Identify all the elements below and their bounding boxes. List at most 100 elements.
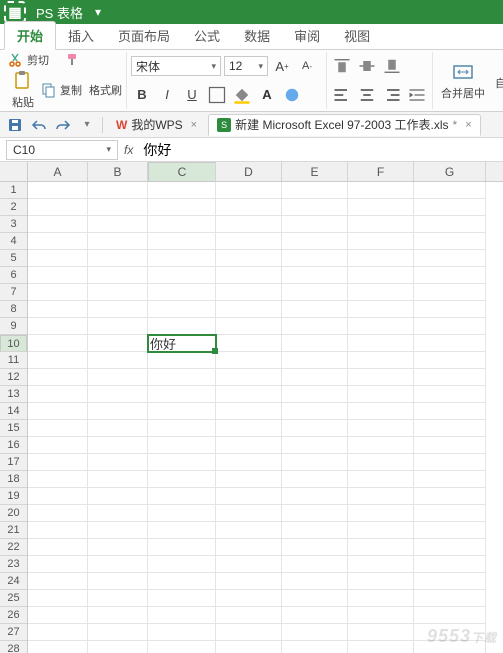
cell[interactable] xyxy=(88,522,148,539)
cell[interactable] xyxy=(148,199,216,216)
cell[interactable] xyxy=(348,301,414,318)
cell[interactable] xyxy=(414,199,486,216)
row-header[interactable]: 14 xyxy=(0,403,27,420)
cell[interactable] xyxy=(414,369,486,386)
cell[interactable] xyxy=(28,352,88,369)
cell[interactable] xyxy=(148,607,216,624)
cell[interactable] xyxy=(348,182,414,199)
app-icon[interactable]: ▦ xyxy=(4,1,26,23)
cell[interactable] xyxy=(148,182,216,199)
cell[interactable] xyxy=(148,437,216,454)
cell[interactable] xyxy=(282,352,348,369)
cell[interactable] xyxy=(148,624,216,641)
row-header[interactable]: 7 xyxy=(0,284,27,301)
cell[interactable] xyxy=(148,471,216,488)
row-header[interactable]: 8 xyxy=(0,301,27,318)
cell[interactable] xyxy=(414,250,486,267)
cell[interactable] xyxy=(28,199,88,216)
cell[interactable] xyxy=(216,556,282,573)
cell[interactable] xyxy=(216,216,282,233)
row-header[interactable]: 17 xyxy=(0,454,27,471)
cell[interactable] xyxy=(414,437,486,454)
cell[interactable] xyxy=(348,488,414,505)
cell[interactable] xyxy=(28,437,88,454)
cell[interactable] xyxy=(282,199,348,216)
cell[interactable] xyxy=(88,471,148,488)
row-header[interactable]: 23 xyxy=(0,556,27,573)
font-increase-button[interactable]: A+ xyxy=(271,55,293,77)
cell[interactable] xyxy=(348,573,414,590)
cell[interactable] xyxy=(88,539,148,556)
format-painter-icon[interactable] xyxy=(65,52,81,68)
cell[interactable] xyxy=(348,607,414,624)
cell[interactable] xyxy=(282,420,348,437)
cell[interactable] xyxy=(148,505,216,522)
tab-insert[interactable]: 插入 xyxy=(56,22,106,49)
cell[interactable] xyxy=(282,573,348,590)
row-header[interactable]: 20 xyxy=(0,505,27,522)
cell[interactable] xyxy=(348,267,414,284)
cell[interactable] xyxy=(28,590,88,607)
cut-icon[interactable] xyxy=(8,52,24,68)
cell[interactable] xyxy=(216,352,282,369)
cell[interactable] xyxy=(414,522,486,539)
cell[interactable] xyxy=(28,216,88,233)
italic-button[interactable]: I xyxy=(156,84,178,106)
cut-label[interactable]: 剪切 xyxy=(27,52,49,68)
cell[interactable] xyxy=(348,386,414,403)
cell[interactable] xyxy=(414,301,486,318)
close-tab-icon[interactable]: × xyxy=(191,119,197,131)
column-header[interactable]: F xyxy=(348,162,414,181)
cell[interactable] xyxy=(414,284,486,301)
cell[interactable] xyxy=(148,250,216,267)
cell[interactable] xyxy=(28,182,88,199)
cell[interactable] xyxy=(148,369,216,386)
cell[interactable] xyxy=(414,318,486,335)
cell[interactable] xyxy=(282,437,348,454)
cell[interactable] xyxy=(28,403,88,420)
cell[interactable] xyxy=(282,318,348,335)
cell[interactable] xyxy=(28,522,88,539)
row-header[interactable]: 13 xyxy=(0,386,27,403)
cell[interactable] xyxy=(282,386,348,403)
align-middle-button[interactable] xyxy=(356,55,378,77)
cell[interactable] xyxy=(348,505,414,522)
cell[interactable] xyxy=(88,369,148,386)
cell[interactable] xyxy=(216,573,282,590)
row-header[interactable]: 16 xyxy=(0,437,27,454)
tab-review[interactable]: 审阅 xyxy=(282,22,332,49)
cell[interactable] xyxy=(28,624,88,641)
cell[interactable] xyxy=(414,590,486,607)
cell[interactable] xyxy=(348,216,414,233)
cell[interactable] xyxy=(216,641,282,653)
tab-formula[interactable]: 公式 xyxy=(182,22,232,49)
align-left-button[interactable] xyxy=(331,84,353,106)
cell[interactable] xyxy=(88,199,148,216)
cell[interactable] xyxy=(148,539,216,556)
cell[interactable] xyxy=(216,284,282,301)
save-button[interactable] xyxy=(4,114,26,136)
row-header[interactable]: 24 xyxy=(0,573,27,590)
cell[interactable] xyxy=(148,318,216,335)
cell[interactable] xyxy=(148,590,216,607)
cell[interactable] xyxy=(348,641,414,653)
cell[interactable] xyxy=(414,573,486,590)
effects-button[interactable] xyxy=(281,84,303,106)
column-header[interactable]: G xyxy=(414,162,486,181)
cell[interactable] xyxy=(348,318,414,335)
chevron-down-icon[interactable]: ▾ xyxy=(106,144,111,155)
cell[interactable] xyxy=(28,318,88,335)
cell[interactable] xyxy=(216,505,282,522)
tab-layout[interactable]: 页面布局 xyxy=(106,22,182,49)
cell[interactable] xyxy=(88,607,148,624)
cell[interactable] xyxy=(414,267,486,284)
cell[interactable] xyxy=(28,233,88,250)
cell[interactable] xyxy=(28,471,88,488)
cell[interactable] xyxy=(216,250,282,267)
align-right-button[interactable] xyxy=(381,84,403,106)
cell[interactable] xyxy=(282,624,348,641)
cell[interactable] xyxy=(414,471,486,488)
row-header[interactable]: 28 xyxy=(0,641,27,653)
cell[interactable] xyxy=(216,233,282,250)
cell[interactable] xyxy=(282,267,348,284)
